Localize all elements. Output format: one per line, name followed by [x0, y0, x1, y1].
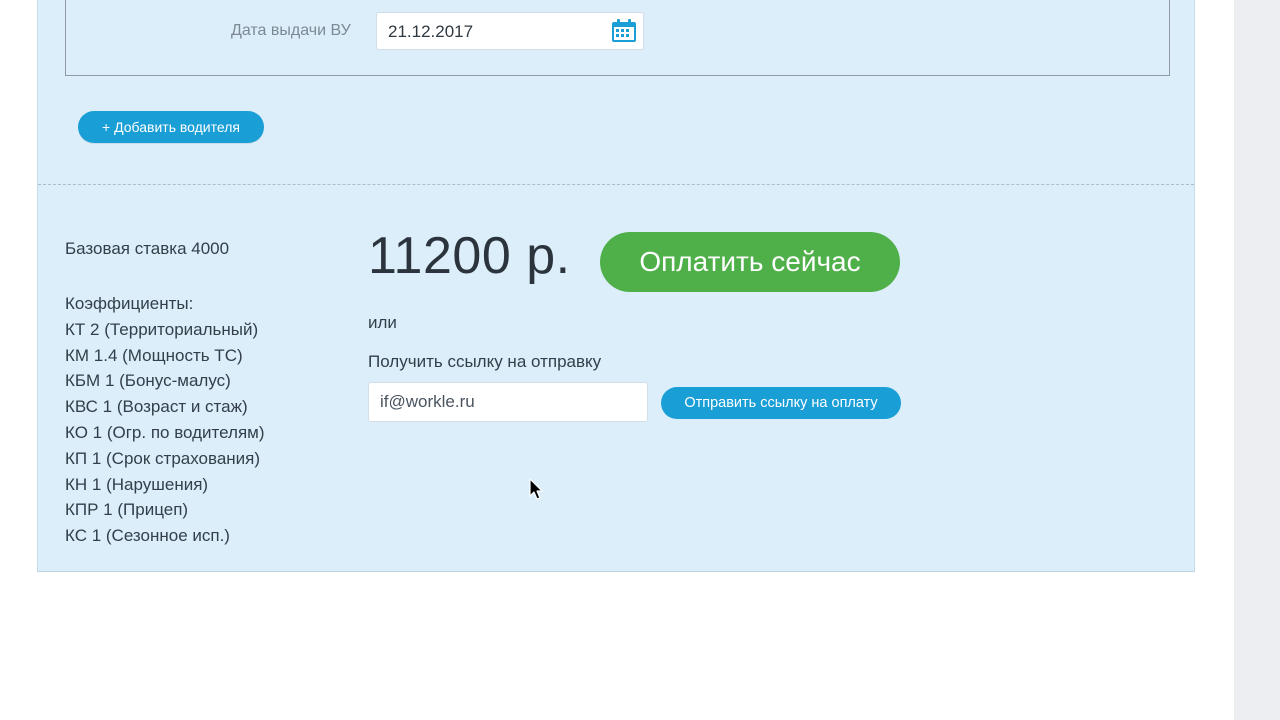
- coefficient-item: КМ 1.4 (Мощность ТС): [65, 345, 243, 365]
- base-rate-text: Базовая ставка 4000: [65, 239, 230, 258]
- coefficient-item: КО 1 (Огр. по водителям): [65, 422, 265, 442]
- or-separator-text: или: [368, 313, 397, 332]
- driver-fieldset: Дата выдачи ВУ 21.12.2017: [65, 0, 1170, 76]
- section-divider: [38, 184, 1194, 185]
- total-price: 11200 р.: [368, 227, 571, 285]
- osago-calculator-panel: Дата выдачи ВУ 21.12.2017 + Добавить вод…: [37, 0, 1195, 572]
- add-driver-button[interactable]: + Добавить водителя: [78, 111, 264, 143]
- coefficient-item: КВС 1 (Возраст и стаж): [65, 397, 248, 417]
- email-input[interactable]: [368, 382, 648, 422]
- calendar-icon[interactable]: [611, 19, 637, 43]
- coefficient-item: КПР 1 (Прицеп): [65, 500, 189, 520]
- coefficients-list: Коэффициенты: КТ 2 (Территориальный) КМ …: [65, 291, 265, 549]
- page-scroll-gutter: [1234, 0, 1280, 720]
- license-date-value: 21.12.2017: [388, 22, 474, 41]
- coefficient-item: КБМ 1 (Бонус-малус): [65, 371, 231, 391]
- send-payment-link-button[interactable]: Отправить ссылку на оплату: [661, 387, 901, 419]
- coefficient-item: КТ 2 (Территориальный): [65, 319, 259, 339]
- coefficients-title: Коэффициенты:: [65, 294, 194, 313]
- coefficient-item: КН 1 (Нарушения): [65, 474, 209, 494]
- pay-now-button[interactable]: Оплатить сейчас: [600, 232, 900, 292]
- coefficient-item: КС 1 (Сезонное исп.): [65, 526, 230, 546]
- send-link-label: Получить ссылку на отправку: [368, 352, 602, 371]
- license-date-input[interactable]: 21.12.2017: [376, 12, 644, 50]
- coefficient-item: КП 1 (Срок страхования): [65, 448, 261, 468]
- license-date-label: Дата выдачи ВУ: [231, 22, 351, 39]
- mouse-cursor-icon: [529, 478, 543, 500]
